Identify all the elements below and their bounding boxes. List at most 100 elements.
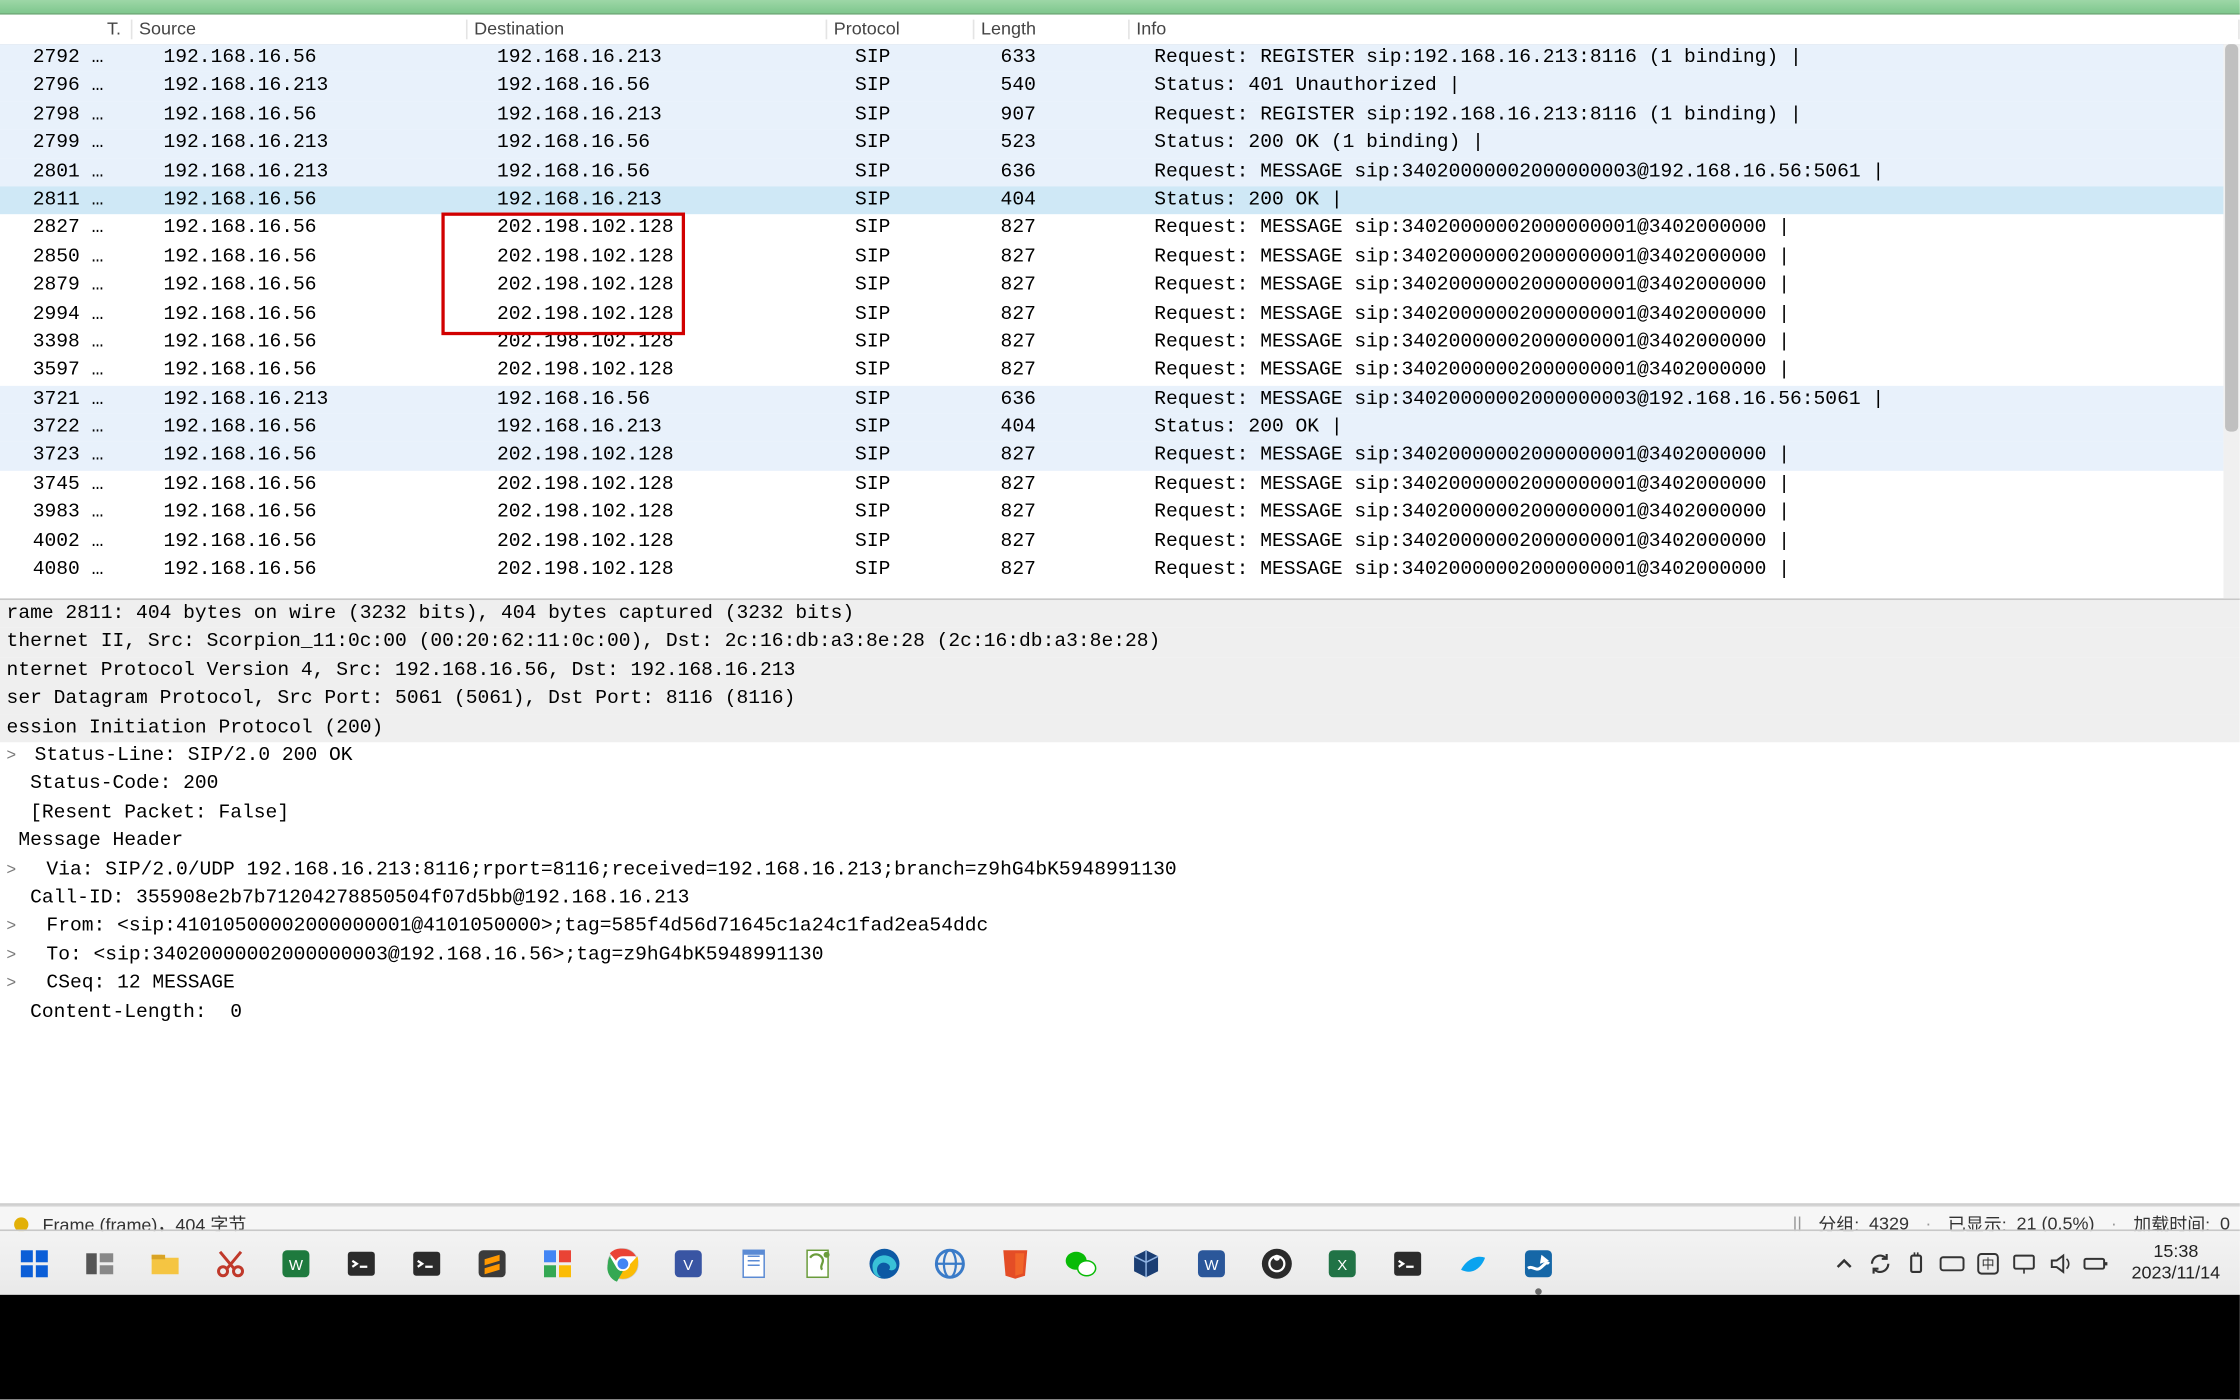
packet-row[interactable]: 4002 …192.168.16.56202.198.102.128SIP827… <box>0 527 2223 555</box>
system-tray[interactable]: 中 15:38 2023/11/14 <box>1831 1243 2240 1286</box>
terminal1-icon[interactable] <box>340 1243 383 1286</box>
cell-col-dst: 202.198.102.128 <box>490 243 848 271</box>
tray-clock[interactable]: 15:38 2023/11/14 <box>2118 1243 2220 1286</box>
tray-chevron-icon[interactable] <box>1831 1251 1857 1277</box>
col-header-length[interactable]: Length <box>974 20 1129 40</box>
detail-via[interactable]: Via: SIP/2.0/UDP 192.168.16.213:8116;rpo… <box>0 856 2240 884</box>
packet-row[interactable]: 2798 …192.168.16.56192.168.16.213SIP907R… <box>0 101 2223 129</box>
detail-cseq[interactable]: CSeq: 12 MESSAGE <box>0 970 2240 998</box>
cell-col-src: 192.168.16.56 <box>157 215 491 243</box>
tray-ime-icon[interactable]: 中 <box>1975 1251 2001 1277</box>
packet-row[interactable]: 2792 …192.168.16.56192.168.16.213SIP633R… <box>0 44 2223 72</box>
word-icon[interactable]: W <box>1190 1243 1233 1286</box>
edge-icon[interactable] <box>863 1243 906 1286</box>
packet-row[interactable]: 2811 …192.168.16.56192.168.16.213SIP404S… <box>0 186 2223 214</box>
packet-details-pane[interactable]: rame 2811: 404 bytes on wire (3232 bits)… <box>0 600 2240 1205</box>
detail-from[interactable]: From: <sip:41010500002000000001@41010500… <box>0 913 2240 941</box>
packet-list-pane[interactable]: T. Source Destination Protocol Length In… <box>0 15 2240 600</box>
col-header-protocol[interactable]: Protocol <box>827 20 974 40</box>
packet-row[interactable]: 3721 …192.168.16.213192.168.16.56SIP636R… <box>0 385 2223 413</box>
cell-col-info: Request: MESSAGE sip:3402000000200000000… <box>1148 215 2224 243</box>
detail-status-line[interactable]: Status-Line: SIP/2.0 200 OK <box>0 742 2240 770</box>
chrome-icon[interactable] <box>602 1243 645 1286</box>
packet-row[interactable]: 2850 …192.168.16.56202.198.102.128SIP827… <box>0 243 2223 271</box>
packet-row[interactable]: 3398 …192.168.16.56202.198.102.128SIP827… <box>0 328 2223 356</box>
tray-sync-icon[interactable] <box>1867 1251 1893 1277</box>
cell-col-info: Request: MESSAGE sip:3402000000200000000… <box>1148 556 2224 584</box>
packet-row[interactable]: 4080 …192.168.16.56202.198.102.128SIP827… <box>0 556 2223 584</box>
feishu-icon[interactable] <box>1452 1243 1495 1286</box>
apps-icon[interactable] <box>536 1243 579 1286</box>
expander-icon[interactable] <box>7 913 23 941</box>
packet-row[interactable]: 2827 …192.168.16.56202.198.102.128SIP827… <box>0 215 2223 243</box>
packet-row[interactable]: 2879 …192.168.16.56202.198.102.128SIP827… <box>0 272 2223 300</box>
packet-row[interactable]: 3597 …192.168.16.56202.198.102.128SIP827… <box>0 357 2223 385</box>
html5-icon[interactable] <box>994 1243 1037 1286</box>
detail-ethernet[interactable]: thernet II, Src: Scorpion_11:0c:00 (00:2… <box>0 628 2240 656</box>
terminal2-icon[interactable] <box>405 1243 448 1286</box>
detail-resent[interactable]: [Resent Packet: False] <box>0 799 2240 827</box>
snip-icon[interactable] <box>209 1243 252 1286</box>
packet-row[interactable]: 2994 …192.168.16.56202.198.102.128SIP827… <box>0 300 2223 328</box>
packet-row[interactable]: 2796 …192.168.16.213192.168.16.56SIP540S… <box>0 73 2223 101</box>
virtualbox-icon[interactable] <box>1125 1243 1168 1286</box>
visio-icon[interactable]: V <box>667 1243 710 1286</box>
packet-list-body[interactable]: 2792 …192.168.16.56192.168.16.213SIP633R… <box>0 44 2223 598</box>
packet-row[interactable]: 3723 …192.168.16.56202.198.102.128SIP827… <box>0 442 2223 470</box>
wps-icon[interactable]: W <box>275 1243 318 1286</box>
packet-row[interactable]: 3745 …192.168.16.56202.198.102.128SIP827… <box>0 471 2223 499</box>
detail-sip[interactable]: ession Initiation Protocol (200) <box>0 714 2240 742</box>
detail-callid[interactable]: Call-ID: 355908e2b7b71204278850504f07d5b… <box>0 885 2240 913</box>
tray-keyboard-icon[interactable] <box>1939 1251 1965 1277</box>
tray-volume-icon[interactable] <box>2046 1251 2072 1277</box>
packet-list-scrollbar[interactable] <box>2223 44 2239 598</box>
cell-col-len: 827 <box>994 556 1148 584</box>
cell-col-no: 2792 … <box>0 44 157 72</box>
wireshark-icon[interactable] <box>1517 1243 1560 1286</box>
packet-row[interactable]: 3722 …192.168.16.56192.168.16.213SIP404S… <box>0 414 2223 442</box>
cell-col-info: Request: MESSAGE sip:3402000000200000000… <box>1148 243 2224 271</box>
col-header-destination[interactable]: Destination <box>468 20 828 40</box>
packet-row[interactable]: 3983 …192.168.16.56202.198.102.128SIP827… <box>0 499 2223 527</box>
expander-icon[interactable] <box>7 856 23 884</box>
detail-msghdr[interactable]: Message Header <box>0 828 2240 856</box>
cell-col-dst: 202.198.102.128 <box>490 471 848 499</box>
tray-network-icon[interactable] <box>2011 1251 2037 1277</box>
expander-icon[interactable] <box>7 742 23 770</box>
detail-contentlen[interactable]: Content-Length: 0 <box>0 998 2240 1026</box>
task-view-icon[interactable] <box>78 1243 121 1286</box>
excel-icon[interactable]: X <box>1321 1243 1364 1286</box>
cell-col-len: 523 <box>994 129 1148 157</box>
col-header-no-time[interactable]: T. <box>0 20 132 40</box>
packet-row[interactable]: 2801 …192.168.16.213192.168.16.56SIP636R… <box>0 158 2223 186</box>
cell-col-src: 192.168.16.56 <box>157 442 491 470</box>
detail-frame[interactable]: rame 2811: 404 bytes on wire (3232 bits)… <box>0 600 2240 628</box>
windows-taskbar[interactable]: W V W X 中 15:38 2023/11/14 <box>0 1229 2240 1296</box>
col-header-source[interactable]: Source <box>132 20 467 40</box>
expander-icon[interactable] <box>7 970 23 998</box>
detail-status-code[interactable]: Status-Code: 200 <box>0 771 2240 799</box>
file-explorer-icon[interactable] <box>144 1243 187 1286</box>
expander-icon[interactable] <box>7 941 23 969</box>
browser-icon[interactable] <box>929 1243 972 1286</box>
scrollbar-thumb[interactable] <box>2225 44 2238 432</box>
detail-ip[interactable]: nternet Protocol Version 4, Src: 192.168… <box>0 657 2240 685</box>
toolbar-sliver <box>0 0 2240 15</box>
sublime-icon[interactable] <box>471 1243 514 1286</box>
cmd-icon[interactable] <box>1386 1243 1429 1286</box>
wechat-icon[interactable] <box>1059 1243 1102 1286</box>
col-header-info[interactable]: Info <box>1130 20 2240 40</box>
packet-list-header[interactable]: T. Source Destination Protocol Length In… <box>0 15 2240 46</box>
npp-icon[interactable] <box>798 1243 841 1286</box>
detail-to[interactable]: To: <sip:34020000002000000003@192.168.16… <box>0 941 2240 969</box>
obs-icon[interactable] <box>1256 1243 1299 1286</box>
start-icon[interactable] <box>13 1243 56 1286</box>
tray-battery-icon[interactable] <box>2082 1251 2108 1277</box>
cell-col-info: Request: REGISTER sip:192.168.16.213:811… <box>1148 101 2224 129</box>
cell-col-proto: SIP <box>849 243 995 271</box>
detail-udp[interactable]: ser Datagram Protocol, Src Port: 5061 (5… <box>0 685 2240 713</box>
tray-usb-icon[interactable] <box>1903 1251 1929 1277</box>
packet-row[interactable]: 2799 …192.168.16.213192.168.16.56SIP523S… <box>0 129 2223 157</box>
notepad-icon[interactable] <box>732 1243 775 1286</box>
cell-col-src: 192.168.16.213 <box>157 385 491 413</box>
